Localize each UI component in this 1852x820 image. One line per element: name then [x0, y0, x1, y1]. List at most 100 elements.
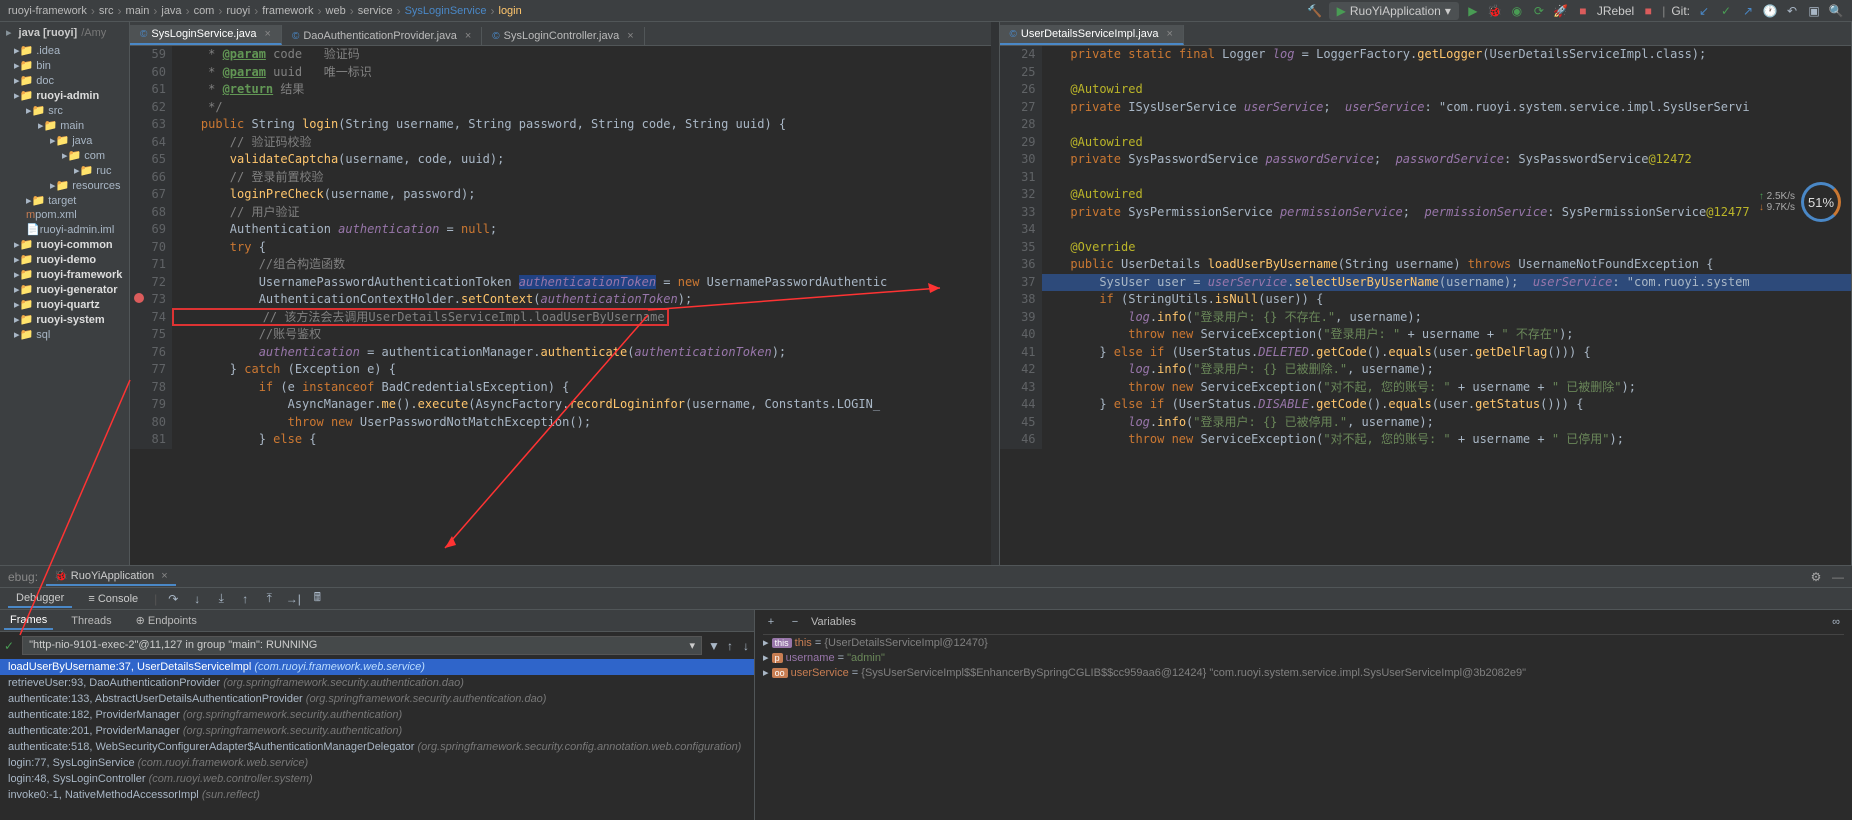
class-icon: © [1010, 29, 1017, 40]
variable-row[interactable]: ▸ p username = "admin" [763, 650, 1844, 665]
git-pull-icon[interactable]: ↙ [1696, 3, 1712, 19]
frame-row[interactable]: invoke0:-1, NativeMethodAccessorImpl (su… [0, 787, 754, 803]
tree-node[interactable]: ▸ 📁 java [0, 133, 129, 148]
thread-select[interactable]: "http-nio-9101-exec-2"@11,127 in group "… [22, 636, 702, 655]
stop2-icon[interactable]: ■ [1640, 3, 1656, 19]
tree-node[interactable]: ▸ 📁 ruoyi-demo [0, 252, 129, 267]
frame-row[interactable]: retrieveUser:93, DaoAuthenticationProvid… [0, 675, 754, 691]
close-icon[interactable]: × [627, 30, 633, 42]
tree-node[interactable]: ▸ 📁 ruoyi-generator [0, 282, 129, 297]
breadcrumb-item[interactable]: src [99, 5, 114, 17]
frame-row[interactable]: authenticate:133, AbstractUserDetailsAut… [0, 691, 754, 707]
filter-icon[interactable]: ▼ [706, 638, 722, 654]
frame-row[interactable]: loadUserByUsername:37, UserDetailsServic… [0, 659, 754, 675]
tree-node[interactable]: ▸ 📁 ruoyi-quartz [0, 297, 129, 312]
breadcrumb-item[interactable]: main [126, 5, 150, 17]
rocket-icon[interactable]: 🚀 [1553, 3, 1569, 19]
tree-node[interactable]: m pom.xml [0, 208, 129, 222]
step-out-icon[interactable]: ↑ [237, 591, 253, 607]
breadcrumb-item[interactable]: ruoyi-framework [8, 5, 87, 17]
run-config-selector[interactable]: ▶ RuoYiApplication ▾ [1329, 2, 1459, 20]
endpoints-tab[interactable]: ⊕ Endpoints [130, 612, 203, 629]
history-icon[interactable]: 🕐 [1762, 3, 1778, 19]
gear-icon[interactable]: ⚙ [1808, 569, 1824, 585]
frame-row[interactable]: login:77, SysLoginService (com.ruoyi.fra… [0, 755, 754, 771]
frame-row[interactable]: login:48, SysLoginController (com.ruoyi.… [0, 771, 754, 787]
close-icon[interactable]: × [265, 28, 271, 40]
stop-icon[interactable]: ■ [1575, 3, 1591, 19]
tree-node[interactable]: ▸ 📁 doc [0, 73, 129, 88]
breadcrumb-item[interactable]: java [161, 5, 181, 17]
frame-row[interactable]: authenticate:182, ProviderManager (org.s… [0, 707, 754, 723]
breadcrumb-item[interactable]: com [194, 5, 215, 17]
right-gutter[interactable]: 2425262728293031323334353637383940414243… [1000, 46, 1042, 449]
tree-node[interactable]: ▸ 📁 target [0, 193, 129, 208]
threads-tab[interactable]: Threads [65, 613, 117, 629]
tree-node[interactable]: 📄 ruoyi-admin.iml [0, 222, 129, 237]
variable-row[interactable]: ▸ oo userService = {SysUserServiceImpl$$… [763, 665, 1844, 680]
tree-node[interactable]: ▸ 📁 src [0, 103, 129, 118]
project-tree[interactable]: ▸ java [ruoyi] /Amy ▸ 📁 .idea▸ 📁 bin▸ 📁 … [0, 22, 130, 565]
profile-icon[interactable]: ⟳ [1531, 3, 1547, 19]
debug-icon[interactable]: 🐞 [1487, 3, 1503, 19]
git-commit-icon[interactable]: ✓ [1718, 3, 1734, 19]
add-icon[interactable]: + [763, 614, 779, 630]
force-step-into-icon[interactable]: ⤓ [213, 591, 229, 607]
run-to-cursor-icon[interactable]: →| [285, 591, 301, 607]
down-icon[interactable]: ↓ [738, 638, 754, 654]
frames-list[interactable]: loadUserByUsername:37, UserDetailsServic… [0, 659, 754, 803]
up-icon[interactable]: ↑ [722, 638, 738, 654]
debugger-tab[interactable]: Debugger [8, 590, 72, 608]
right-code[interactable]: private static final Logger log = Logger… [1042, 46, 1851, 449]
left-gutter[interactable]: 5960616263646566676869707172 73747576777… [130, 46, 172, 449]
frame-row[interactable]: authenticate:201, ProviderManager (org.s… [0, 723, 754, 739]
tree-node[interactable]: ▸ 📁 .idea [0, 43, 129, 58]
remove-icon[interactable]: − [787, 614, 803, 630]
debug-session-tab[interactable]: 🐞 RuoYiApplication × [46, 567, 176, 586]
coverage-icon[interactable]: ◉ [1509, 3, 1525, 19]
breadcrumb-class[interactable]: SysLoginService [405, 5, 487, 17]
git-push-icon[interactable]: ↗ [1740, 3, 1756, 19]
build-icon[interactable]: 🔨 [1307, 3, 1323, 19]
tree-root[interactable]: ▸ java [ruoyi] /Amy [0, 22, 129, 43]
tree-node[interactable]: ▸ 📁 bin [0, 58, 129, 73]
revert-icon[interactable]: ↶ [1784, 3, 1800, 19]
tree-node[interactable]: ▸ 📁 ruoyi-admin [0, 88, 129, 103]
infinity-icon[interactable]: ∞ [1828, 614, 1844, 630]
tree-node[interactable]: ▸ 📁 com [0, 148, 129, 163]
search-icon[interactable]: 🔍 [1828, 3, 1844, 19]
breadcrumb-item[interactable]: service [358, 5, 393, 17]
breadcrumb-item[interactable]: framework [262, 5, 313, 17]
variables-panel[interactable]: + − Variables ∞ ▸ this this = {UserDetai… [755, 610, 1852, 820]
console-tab[interactable]: ≡ Console [80, 591, 146, 607]
frames-tab[interactable]: Frames [4, 612, 53, 630]
tree-node[interactable]: ▸ 📁 ruoyi-common [0, 237, 129, 252]
editor-tab[interactable]: ©UserDetailsServiceImpl.java× [1000, 25, 1184, 45]
breadcrumb-method[interactable]: login [499, 5, 522, 17]
left-code[interactable]: * @param code 验证码 * @param uuid 唯一标识 * @… [172, 46, 999, 449]
close-icon[interactable]: × [161, 570, 167, 582]
close-icon[interactable]: × [1166, 28, 1172, 40]
tree-node[interactable]: ▸ 📁 sql [0, 327, 129, 342]
tree-node[interactable]: ▸ 📁 main [0, 118, 129, 133]
step-into-icon[interactable]: ↓ [189, 591, 205, 607]
drop-frame-icon[interactable]: ⤒ [261, 591, 277, 607]
frame-row[interactable]: authenticate:518, WebSecurityConfigurerA… [0, 739, 754, 755]
close-icon[interactable]: × [465, 30, 471, 42]
run-icon[interactable]: ▶ [1465, 3, 1481, 19]
layout-icon[interactable]: ▣ [1806, 3, 1822, 19]
editor-tab[interactable]: ©SysLoginService.java× [130, 25, 282, 45]
variable-row[interactable]: ▸ this this = {UserDetailsServiceImpl@12… [763, 635, 1844, 650]
minimap[interactable] [991, 22, 999, 565]
editors: ©SysLoginService.java×©DaoAuthentication… [130, 22, 1852, 565]
step-over-icon[interactable]: ↷ [165, 591, 181, 607]
evaluate-icon[interactable]: 🖩 [309, 591, 325, 607]
tree-node[interactable]: ▸ 📁 ruoyi-framework [0, 267, 129, 282]
editor-tab[interactable]: ©SysLoginController.java× [482, 27, 644, 45]
tree-node[interactable]: ▸ 📁 ruc [0, 163, 129, 178]
breadcrumb-item[interactable]: web [326, 5, 346, 17]
breadcrumb-item[interactable]: ruoyi [226, 5, 250, 17]
tree-node[interactable]: ▸ 📁 ruoyi-system [0, 312, 129, 327]
editor-tab[interactable]: ©DaoAuthenticationProvider.java× [282, 27, 482, 45]
tree-node[interactable]: ▸ 📁 resources [0, 178, 129, 193]
